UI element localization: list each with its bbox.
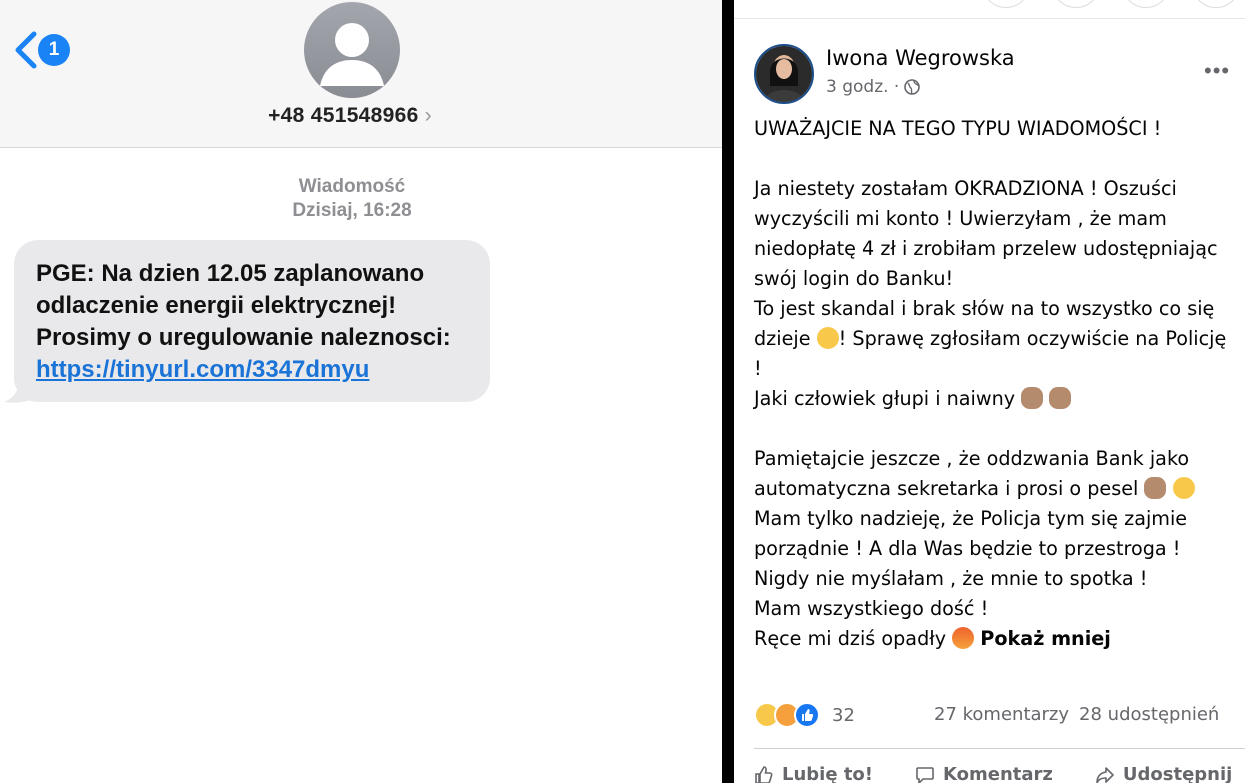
post-body: UWAŻAJCIE NA TEGO TYPU WIADOMOŚCI ! Ja n… <box>754 114 1244 654</box>
message-line: Prosimy o uregulowanie naleznosci: <box>36 324 451 351</box>
post-line: To jest skandal i brak słów na to wszyst… <box>754 297 1215 320</box>
contact-avatar[interactable] <box>304 2 400 98</box>
show-less-link[interactable]: Pokaż mniej <box>980 627 1111 650</box>
post-line: ! <box>754 357 762 380</box>
sad-emoji-icon <box>816 327 839 349</box>
see-no-evil-monkey-icon <box>1049 387 1072 409</box>
toolbar-button[interactable] <box>982 0 1030 8</box>
post-line: dzieje ! Sprawę zgłosiłam oczywiście na … <box>754 324 1244 354</box>
sms-screen: 1 +48 451548966 › Wiadomość Dzisiaj, 16:2… <box>0 0 722 783</box>
angry-face-icon <box>952 627 975 649</box>
message-label: Wiadomość <box>298 176 406 197</box>
post-text: dzieje <box>754 327 817 350</box>
toolbar-button[interactable] <box>1122 0 1170 8</box>
chevron-right-icon: › <box>424 104 432 127</box>
facebook-post: Iwona Wegrowska 3 godz. · ••• UWAŻAJCIE … <box>734 0 1245 783</box>
top-divider <box>734 18 1245 19</box>
toolbar-button[interactable] <box>1192 0 1240 8</box>
avatar-photo <box>756 46 812 102</box>
phone-number: +48 451548966 <box>268 104 419 127</box>
shares-count[interactable]: 28 udostępnień <box>1079 704 1219 725</box>
post-line: porządnie ! A dla Was będzie to przestro… <box>754 537 1181 560</box>
like-reaction-icon <box>794 702 820 728</box>
post-line: wyczyścili mi konto ! Uwierzyłam , że ma… <box>754 207 1167 230</box>
crying-face-icon <box>1172 477 1195 499</box>
message-meta: Wiadomość Dzisiaj, 16:28 <box>0 175 704 223</box>
image-divider <box>722 0 734 783</box>
message-line: odlaczenie energii elektrycznej! <box>36 292 397 319</box>
author-name[interactable]: Iwona Wegrowska <box>826 46 1015 70</box>
post-actions: Lubię to! Komentarz Udostępnij <box>754 764 1245 783</box>
reaction-count: 32 <box>832 704 855 726</box>
post-time-text: 3 godz. · <box>826 77 900 97</box>
see-no-evil-monkey-icon <box>1144 477 1167 499</box>
comment-button[interactable]: Komentarz <box>915 764 1053 783</box>
post-text: Jaki człowiek głupi i naiwny <box>754 387 1022 410</box>
back-button[interactable]: 1 <box>12 30 82 70</box>
unread-badge: 1 <box>38 34 70 66</box>
author-avatar[interactable] <box>754 44 814 104</box>
post-line: Jaki człowiek głupi i naiwny <box>754 384 1244 414</box>
post-text: ! Sprawę zgłosiłam oczywiście na Policję <box>838 327 1227 350</box>
like-button[interactable]: Lubię to! <box>754 764 873 783</box>
person-icon <box>320 23 384 86</box>
post-line: Mam wszystkiego dość ! <box>754 597 989 620</box>
share-button[interactable]: Udostępnij <box>1095 764 1232 783</box>
post-text: automatyczna sekretarka i prosi o pesel <box>754 477 1145 500</box>
comment-icon <box>916 766 934 783</box>
globe-icon <box>904 79 921 95</box>
comments-count[interactable]: 27 komentarzy <box>934 704 1069 725</box>
see-no-evil-monkey-icon <box>1021 387 1044 409</box>
post-line: Pamiętajcie jeszcze , że oddzwania Bank … <box>754 447 1190 470</box>
post-line: swój login do Banku! <box>754 267 954 290</box>
reactions-summary[interactable]: 32 <box>754 702 855 728</box>
conversation-header: 1 +48 451548966 › <box>0 0 722 148</box>
thumbs-up-icon <box>802 709 814 721</box>
message-bubble[interactable]: PGE: Na dzien 12.05 zaplanowano odlaczen… <box>14 240 490 402</box>
post-text: Ręce mi dziś opadły <box>754 627 953 650</box>
post-line: UWAŻAJCIE NA TEGO TYPU WIADOMOŚCI ! <box>754 117 1162 140</box>
post-line: Ja niestety zostałam OKRADZIONA ! Oszuśc… <box>754 177 1177 200</box>
message-timestamp: Dzisiaj, 16:28 <box>292 200 412 221</box>
thumbs-up-icon <box>755 765 773 783</box>
like-label: Lubię to! <box>782 764 873 783</box>
toolbar-button[interactable] <box>1052 0 1100 8</box>
post-line: automatyczna sekretarka i prosi o pesel <box>754 474 1244 504</box>
comment-label: Komentarz <box>943 764 1053 783</box>
share-icon <box>1096 766 1114 783</box>
contact-number[interactable]: +48 451548966 › <box>0 104 700 128</box>
post-time[interactable]: 3 godz. · <box>826 77 921 97</box>
post-line: Ręce mi dziś opadły Pokaż mniej <box>754 624 1244 654</box>
share-label: Udostępnij <box>1122 764 1233 783</box>
post-line: niedopłatę 4 zł i zrobiłam przelew udost… <box>754 237 1218 260</box>
post-stats: 27 komentarzy 28 udostępnień <box>934 704 1229 725</box>
message-link[interactable]: https://tinyurl.com/3347dmyu <box>36 356 369 383</box>
message-line: PGE: Na dzien 12.05 zaplanowano <box>36 260 425 287</box>
actions-divider <box>754 748 1245 749</box>
post-line: Nigdy nie myślałam , że mnie to spotka ! <box>754 567 1148 590</box>
chevron-left-icon <box>15 31 37 69</box>
post-line: Mam tylko nadzieję, że Policja tym się z… <box>754 507 1188 530</box>
more-options-button[interactable]: ••• <box>1204 58 1230 84</box>
